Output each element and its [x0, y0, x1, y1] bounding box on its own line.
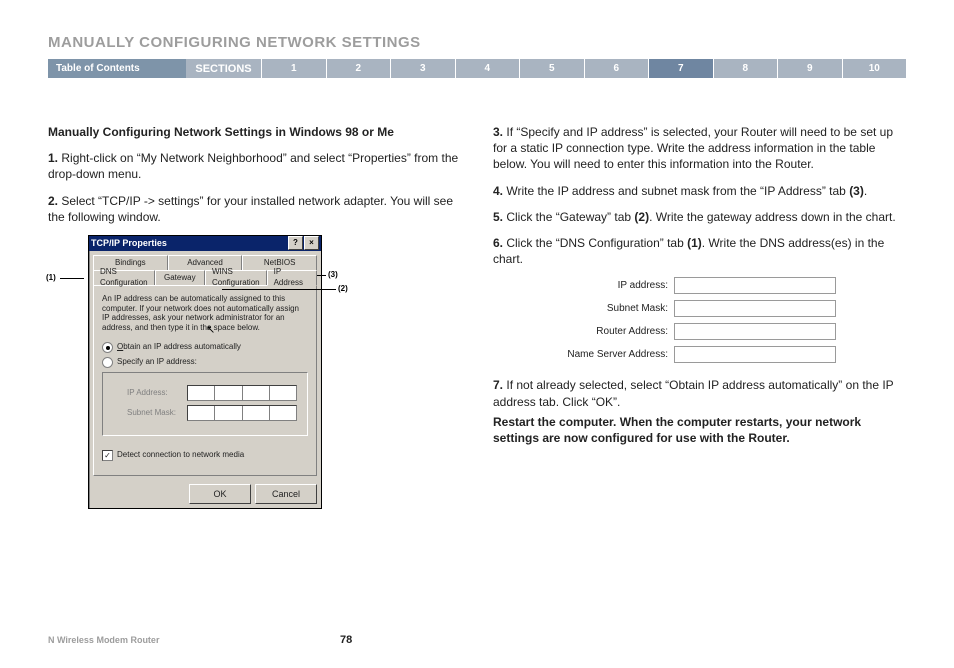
- ip-address-input[interactable]: [187, 385, 297, 401]
- restart-note: Restart the computer. When the computer …: [493, 414, 906, 446]
- left-step: 1. Right-click on “My Network Neighborho…: [48, 150, 461, 182]
- section-tab-7[interactable]: 7: [648, 59, 713, 78]
- page-number: 78: [159, 634, 532, 646]
- radio-obtain-auto[interactable]: OObtain an IP address automaticallybtain…: [102, 342, 308, 353]
- section-tab-10[interactable]: 10: [842, 59, 907, 78]
- dialog-titlebar: TCP/IP Properties ? ×: [89, 236, 321, 251]
- section-tab-6[interactable]: 6: [584, 59, 649, 78]
- toc-label[interactable]: Table of Contents: [48, 59, 186, 78]
- tab-gateway[interactable]: Gateway: [155, 270, 205, 285]
- left-heading: Manually Configuring Network Settings in…: [48, 124, 461, 140]
- help-icon[interactable]: ?: [288, 236, 303, 250]
- subnet-field[interactable]: [674, 300, 836, 317]
- right-column: 3. If “Specify and IP address” is select…: [493, 124, 906, 509]
- addr-label: Subnet Mask:: [553, 302, 674, 316]
- dialog-note: An IP address can be automatically assig…: [102, 294, 308, 332]
- addr-label: Name Server Address:: [553, 348, 674, 362]
- callout-1: (1): [46, 273, 56, 284]
- address-table: IP address: Subnet Mask: Router Address:…: [553, 277, 906, 363]
- section-tab-9[interactable]: 9: [777, 59, 842, 78]
- subnet-mask-input[interactable]: [187, 405, 297, 421]
- nameserver-field[interactable]: [674, 346, 836, 363]
- right-step: 3. If “Specify and IP address” is select…: [493, 124, 906, 173]
- close-icon[interactable]: ×: [304, 236, 319, 250]
- dialog-title: TCP/IP Properties: [91, 237, 167, 249]
- product-name: N Wireless Modem Router: [48, 635, 159, 645]
- section-tab-5[interactable]: 5: [519, 59, 584, 78]
- addr-label: IP address:: [553, 279, 674, 293]
- section-tab-2[interactable]: 2: [326, 59, 391, 78]
- page-heading: MANUALLY CONFIGURING NETWORK SETTINGS: [48, 34, 906, 51]
- section-nav: Table of Contents SECTIONS 1 2 3 4 5 6 7…: [48, 59, 906, 78]
- section-tab-3[interactable]: 3: [390, 59, 455, 78]
- ip-field[interactable]: [674, 277, 836, 294]
- addr-label: Router Address:: [553, 325, 674, 339]
- tab-ipaddress[interactable]: IP Address: [267, 270, 317, 286]
- cancel-button[interactable]: Cancel: [255, 484, 317, 504]
- tab-dns[interactable]: DNS Configuration: [93, 270, 155, 285]
- right-step: 7. If not already selected, select “Obta…: [493, 377, 906, 409]
- tcpip-dialog: (1) (3) (2) TCP/IP Properties ? ×: [88, 235, 461, 509]
- callout-3: (3): [328, 270, 338, 281]
- section-tab-4[interactable]: 4: [455, 59, 520, 78]
- left-step: 2. Select “TCP/IP -> settings” for your …: [48, 193, 461, 225]
- sections-label: SECTIONS: [186, 59, 261, 78]
- radio-specify[interactable]: Specify an IP address:: [102, 357, 308, 368]
- router-field[interactable]: [674, 323, 836, 340]
- section-tab-1[interactable]: 1: [261, 59, 326, 78]
- callout-2: (2): [338, 284, 348, 295]
- left-column: Manually Configuring Network Settings in…: [48, 124, 461, 509]
- ip-label: IP Address:: [127, 388, 187, 399]
- right-step: 5. Click the “Gateway” tab (2). Write th…: [493, 209, 906, 225]
- ok-button[interactable]: OK: [189, 484, 251, 504]
- section-tab-8[interactable]: 8: [713, 59, 778, 78]
- mask-label: Subnet Mask:: [127, 408, 187, 419]
- tab-wins[interactable]: WINS Configuration: [205, 270, 267, 285]
- right-step: 6. Click the “DNS Configuration” tab (1)…: [493, 235, 906, 267]
- right-step: 4. Write the IP address and subnet mask …: [493, 183, 906, 199]
- detect-checkbox[interactable]: ✓Detect connection to network media: [102, 450, 308, 461]
